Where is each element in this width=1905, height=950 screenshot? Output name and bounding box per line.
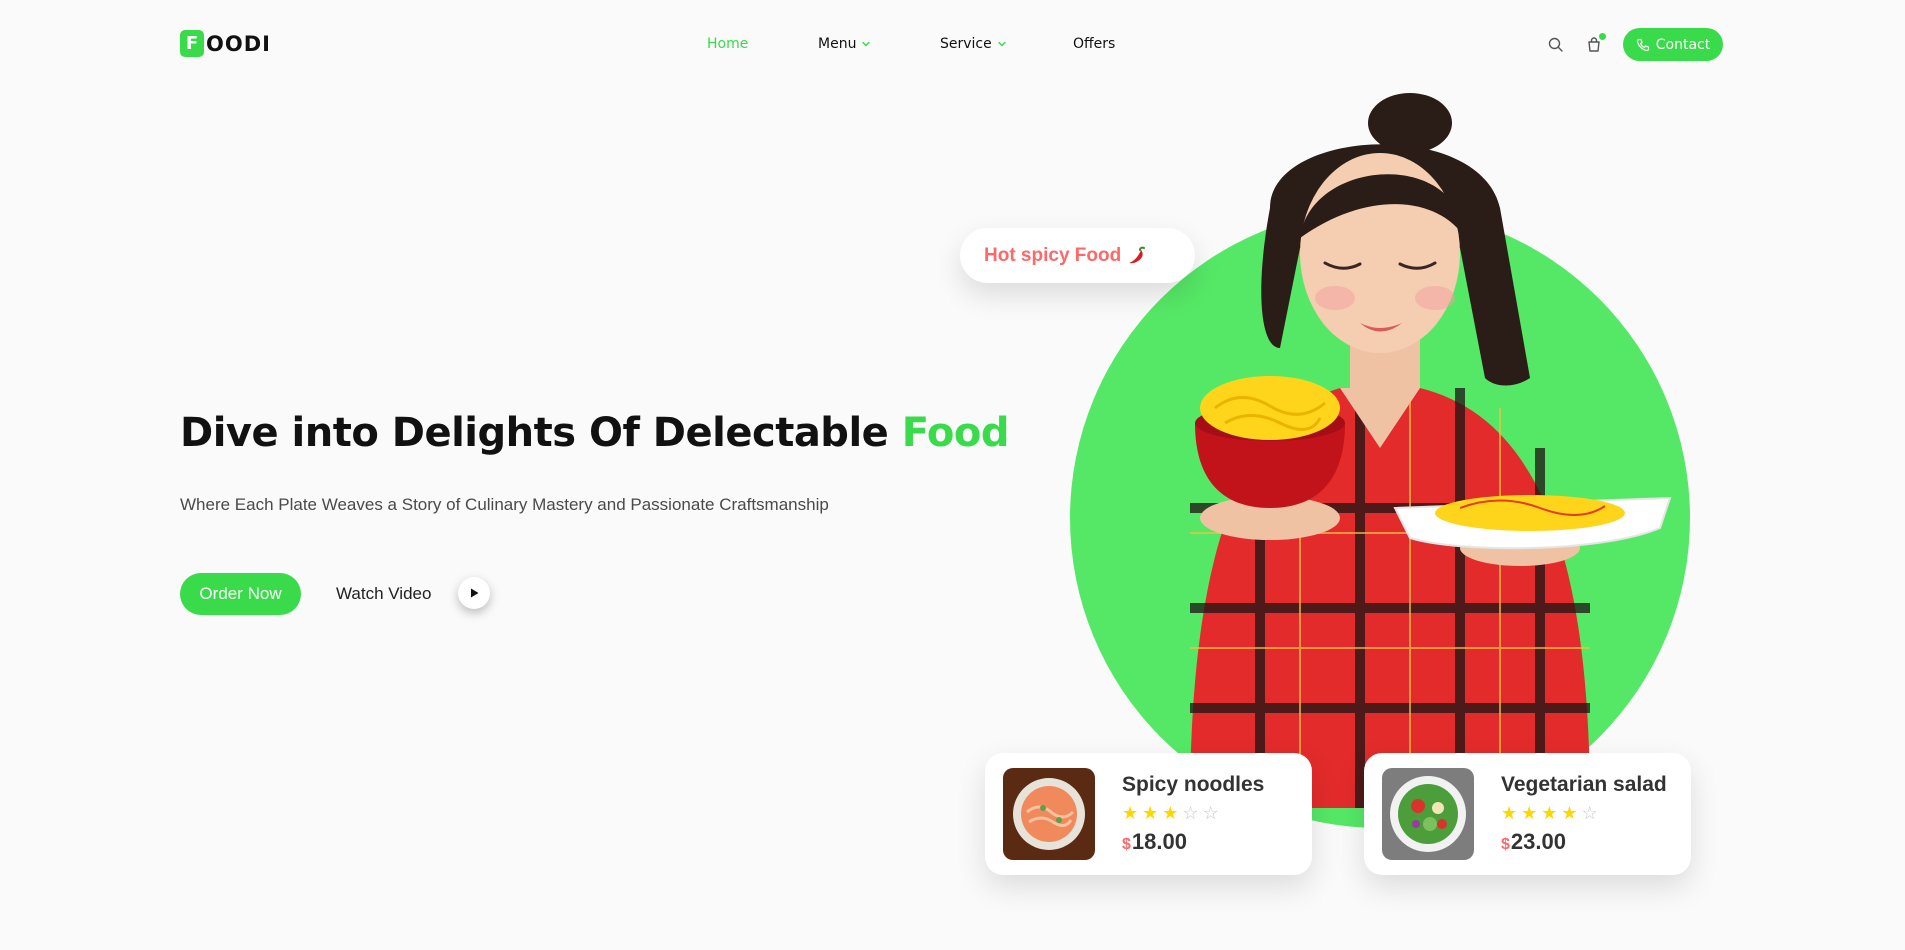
currency-symbol: $ [1122,836,1131,853]
nav-home-label: Home [707,36,749,52]
play-button[interactable] [458,577,490,609]
card-title: Vegetarian salad [1501,773,1667,796]
watch-video-label[interactable]: Watch Video [336,584,431,604]
spicy-noodles-image [1003,768,1095,860]
logo-text: OODI [206,31,271,56]
star-empty-icon: ☆ [1581,803,1598,823]
hot-spicy-bubble: Hot spicy Food [960,228,1196,283]
vegetarian-salad-image [1382,768,1474,860]
chili-icon [1129,246,1146,263]
hero-illustration: Hot spicy Food Spicy noodles ★ ★ ★ ☆ ☆ $… [940,88,1740,950]
food-card[interactable]: Spicy noodles ★ ★ ★ ☆ ☆ $18.00 [985,753,1312,875]
star-filled-icon: ★ [1561,803,1578,823]
rating-stars: ★ ★ ★ ★ ☆ [1501,803,1598,823]
order-now-button[interactable]: Order Now [180,573,301,615]
logo-badge: F [180,30,204,57]
cart-icon[interactable] [1585,33,1606,54]
food-card[interactable]: Vegetarian salad ★ ★ ★ ★ ☆ $23.00 [1364,753,1691,875]
search-icon[interactable] [1547,36,1565,54]
phone-icon [1636,38,1649,51]
price-value: 23.00 [1510,829,1566,854]
nav-service-label: Service [940,36,992,52]
contact-label: Contact [1655,36,1711,53]
star-empty-icon: ☆ [1182,803,1199,823]
card-price: $18.00 [1122,829,1187,855]
nav-offers-label: Offers [1073,36,1116,52]
nav-menu-label: Menu [818,36,857,52]
cart-badge [1599,33,1606,40]
price-value: 18.00 [1131,829,1187,854]
brand-logo[interactable]: F OODI [180,30,271,57]
contact-button[interactable]: Contact [1623,28,1723,61]
play-icon [471,588,479,598]
star-filled-icon: ★ [1501,803,1518,823]
hero-subtitle: Where Each Plate Weaves a Story of Culin… [180,495,829,514]
star-filled-icon: ★ [1162,803,1179,823]
star-filled-icon: ★ [1521,803,1538,823]
card-title: Spicy noodles [1122,773,1265,796]
card-price: $23.00 [1501,829,1566,855]
woman-eating-image [1190,93,1672,808]
rating-stars: ★ ★ ★ ☆ ☆ [1122,803,1219,823]
nav-offers[interactable]: Offers [1073,36,1115,52]
nav-menu[interactable]: Menu [818,36,871,52]
navbar: F OODI Home Menu Service Offers Contact [0,0,1905,88]
chevron-down-icon [862,41,871,47]
chevron-down-icon [998,41,1006,47]
bubble-text: Hot spicy Food [984,244,1122,266]
nav-home[interactable]: Home [707,36,748,52]
nav-service[interactable]: Service [940,36,1007,52]
star-filled-icon: ★ [1142,803,1159,823]
star-empty-icon: ☆ [1202,803,1219,823]
star-filled-icon: ★ [1541,803,1558,823]
hero-title: Dive into Delights Of Delectable Food [180,410,1010,456]
hero-title-main: Dive into Delights Of Delectable [180,410,902,456]
currency-symbol: $ [1501,836,1510,853]
star-filled-icon: ★ [1122,803,1139,823]
